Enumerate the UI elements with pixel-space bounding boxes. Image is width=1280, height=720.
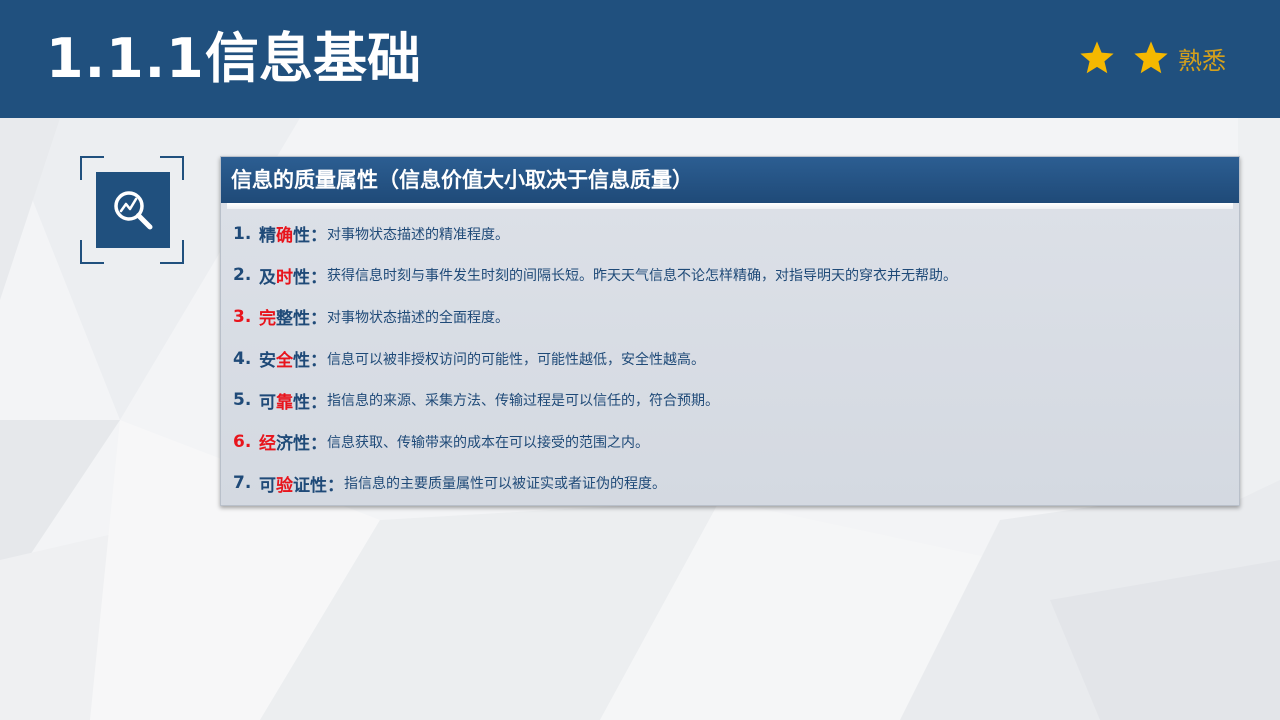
attribute-description: 对事物状态描述的精准程度。 — [327, 226, 509, 243]
list-item: 4. 安全性：信息可以被非授权访问的可能性，可能性越低，安全性越高。 — [233, 338, 1239, 380]
attribute-description: 信息获取、传输带来的成本在可以接受的范围之内。 — [327, 434, 649, 451]
list-item: 2. 及时性：获得信息时刻与事件发生时刻的间隔长短。昨天天气信息不论怎样精确，对指… — [233, 255, 1239, 297]
magnifier-chart-icon — [114, 191, 153, 230]
list-item: 6. 经济性：信息获取、传输带来的成本在可以接受的范围之内。 — [233, 421, 1239, 463]
item-colon: ： — [310, 392, 327, 413]
item-colon: ： — [310, 267, 327, 288]
attribute-description: 对事物状态描述的全面程度。 — [327, 309, 509, 326]
item-number: 7. — [233, 473, 252, 494]
attribute-description: 指信息的主要质量属性可以被证实或者证伪的程度。 — [344, 476, 666, 493]
item-colon: ： — [310, 434, 327, 455]
rating: 熟悉 — [1078, 38, 1226, 78]
item-number: 2. — [233, 265, 252, 286]
item-number: 3. — [233, 306, 252, 327]
attribute-name: 可靠性 — [259, 392, 310, 413]
item-number: 6. — [233, 431, 252, 452]
attribute-name: 精确性 — [259, 226, 310, 247]
attribute-name: 完整性 — [259, 309, 310, 330]
list-item: 3. 完整性：对事物状态描述的全面程度。 — [233, 296, 1239, 338]
header-bar: 1.1.1 信息基础 熟悉 — [0, 0, 1280, 118]
list-item: 5. 可靠性：指信息的来源、采集方法、传输过程是可以信任的，符合预期。 — [233, 379, 1239, 421]
quality-attributes-panel: 信息的质量属性（信息价值大小取决于信息质量） 1. 精确性：对事物状态描述的精准程… — [220, 156, 1240, 506]
panel-title: 信息的质量属性（信息价值大小取决于信息质量） — [221, 157, 1239, 203]
star-icon — [1134, 41, 1168, 74]
attribute-name: 可验证性 — [259, 475, 327, 496]
list-item: 1. 精确性：对事物状态描述的精准程度。 — [233, 213, 1239, 255]
icon-box — [96, 172, 170, 248]
section-title: 信息基础 — [205, 27, 421, 90]
attribute-name: 经济性 — [259, 434, 310, 455]
star-icon — [1080, 41, 1114, 74]
level-text: 熟悉 — [1178, 46, 1226, 75]
attribute-description: 获得信息时刻与事件发生时刻的间隔长短。昨天天气信息不论怎样精确，对指导明天的穿衣… — [327, 268, 957, 285]
item-colon: ： — [310, 351, 327, 372]
item-colon: ： — [327, 475, 344, 496]
section-number: 1.1.1 — [46, 27, 205, 90]
list-item: 7. 可验证性：指信息的主要质量属性可以被证实或者证伪的程度。 — [233, 463, 1239, 505]
attribute-description: 指信息的来源、采集方法、传输过程是可以信任的，符合预期。 — [327, 393, 719, 410]
item-number: 5. — [233, 390, 252, 411]
attribute-list: 1. 精确性：对事物状态描述的精准程度。 2. 及时性：获得信息时刻与事件发生时刻的间… — [221, 209, 1239, 504]
attribute-name: 安全性 — [259, 351, 310, 372]
item-number: 1. — [233, 223, 252, 244]
item-colon: ： — [310, 309, 327, 330]
item-number: 4. — [233, 348, 252, 369]
item-colon: ： — [310, 226, 327, 247]
attribute-description: 信息可以被非授权访问的可能性，可能性越低，安全性越高。 — [327, 351, 705, 368]
attribute-name: 及时性 — [259, 267, 310, 288]
